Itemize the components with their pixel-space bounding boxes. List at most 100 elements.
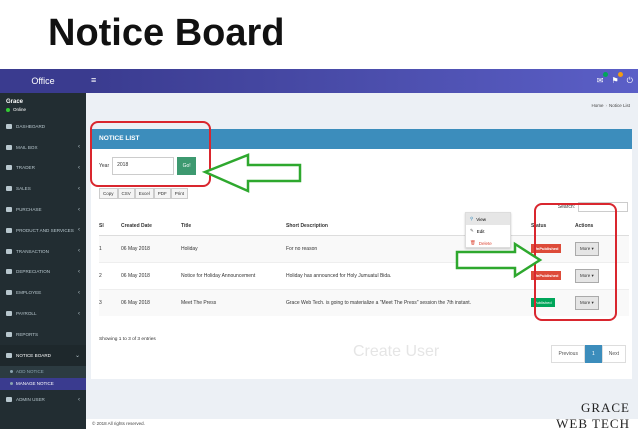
- description-cell: Grace Web Tech. is going to materialize …: [286, 288, 531, 316]
- trader-icon: [6, 165, 12, 171]
- sidebar-item-label: PURCHASE: [16, 207, 42, 213]
- chevron-icon: ‹: [78, 268, 80, 275]
- pagination: Previous 1 Next: [551, 345, 626, 363]
- employee-icon: [6, 290, 12, 296]
- sidebar-item-dashboard[interactable]: DASHBOARD: [0, 116, 86, 137]
- date-cell: 06 May 2018: [121, 288, 181, 316]
- annotation-box-panel: [90, 121, 211, 187]
- annotation-box-actions: [534, 203, 617, 321]
- sidebar-item-label: EMPLOYEE: [16, 290, 42, 296]
- sidebar-item-label: PRODUCT AND SERVICES: [16, 227, 74, 233]
- chevron-icon: ‹: [78, 248, 80, 255]
- chevron-icon: ⌄: [74, 352, 80, 359]
- export-copy-button[interactable]: Copy: [99, 188, 118, 199]
- export-csv-button[interactable]: CSV: [117, 188, 135, 199]
- title-cell: Holiday: [181, 234, 286, 262]
- sidebar-item-label: DASHBOARD: [16, 123, 46, 129]
- breadcrumb-separator: ›: [605, 103, 607, 108]
- sidebar-item-product-and-services[interactable]: PRODUCT AND SERVICES ‹: [0, 220, 86, 241]
- mail-icon: [6, 144, 12, 150]
- breadcrumb: Home › Notice List: [591, 103, 630, 108]
- topbar: ≡ ✉ ⚑ ⏻: [86, 69, 638, 93]
- power-icon[interactable]: ⏻: [627, 76, 633, 86]
- column-header[interactable]: Title: [181, 217, 286, 236]
- sidebar-item-purchase[interactable]: PURCHASE ‹: [0, 199, 86, 220]
- trash-icon: 🗑: [470, 240, 476, 245]
- sidebar-item-label: NOTICE BOARD: [16, 352, 51, 358]
- slide-title: Notice Board: [48, 12, 285, 54]
- product-icon: [6, 227, 12, 233]
- date-cell: 06 May 2018: [121, 234, 181, 262]
- chevron-icon: ‹: [78, 310, 80, 317]
- user-status: Online: [0, 107, 86, 116]
- edit-menu-item[interactable]: ✎ Edit: [466, 225, 510, 237]
- previous-page-button[interactable]: Previous: [551, 345, 585, 363]
- sl-cell: 3: [99, 288, 121, 316]
- payroll-icon: [6, 311, 12, 317]
- chevron-icon: ‹: [78, 164, 80, 171]
- sidebar-item-label: DEPRECIATION: [16, 269, 51, 275]
- watermark-text: Create User: [353, 343, 440, 360]
- sidebar: Office Grace Online DASHBOARD MAIL BOX ‹ TR…: [0, 69, 86, 429]
- sl-cell: 1: [99, 234, 121, 262]
- sidebar-item-trader[interactable]: TRADER ‹: [0, 158, 86, 179]
- export-excel-button[interactable]: Excel: [134, 188, 154, 199]
- depreciation-icon: [6, 269, 12, 275]
- next-page-button[interactable]: Next: [601, 345, 626, 363]
- delete-menu-item[interactable]: 🗑 Delete: [466, 237, 510, 249]
- chevron-icon: ‹: [78, 206, 80, 213]
- sidebar-item-label: TRANSACTION: [16, 248, 49, 254]
- column-header[interactable]: Sl: [99, 217, 121, 236]
- sidebar-item-label: MAIL BOX: [16, 144, 38, 150]
- sidebar-item-transaction[interactable]: TRANSACTION ‹: [0, 241, 86, 262]
- export-print-button[interactable]: Print: [170, 188, 189, 199]
- actions-dropdown-menu: ⚲ View ✎ Edit 🗑 Delete: [465, 212, 511, 248]
- title-cell: Notice for Holiday Announcement: [181, 261, 286, 289]
- sidebar-subitem-manage-notice[interactable]: MANAGE NOTICE: [0, 377, 86, 390]
- sidebar-item-label: TRADER: [16, 165, 35, 171]
- export-buttons: Copy CSV Excel PDF Print: [99, 188, 189, 199]
- reports-icon: [6, 331, 12, 337]
- sidebar-item-reports[interactable]: REPORTS: [0, 324, 86, 345]
- sl-cell: 2: [99, 261, 121, 289]
- sidebar-item-label: SALES: [16, 186, 31, 192]
- search-icon: ⚲: [470, 216, 474, 221]
- sidebar-subitem-add-notice[interactable]: ADD NOTICE: [0, 365, 86, 378]
- messages-icon[interactable]: ✉: [597, 72, 608, 86]
- export-pdf-button[interactable]: PDF: [153, 188, 171, 199]
- notifications-icon[interactable]: ⚑: [612, 72, 623, 86]
- chevron-icon: ‹: [78, 185, 80, 192]
- sidebar-item-mail-box[interactable]: MAIL BOX ‹: [0, 137, 86, 158]
- sidebar-item-sales[interactable]: SALES ‹: [0, 178, 86, 199]
- sidebar-item-payroll[interactable]: PAYROLL ‹: [0, 303, 86, 324]
- sidebar-item-employee[interactable]: EMPLOYEE ‹: [0, 282, 86, 303]
- description-cell: Holiday has announced for Holy Jumuatul …: [286, 261, 531, 289]
- sidebar-item-label: PAYROLL: [16, 311, 37, 317]
- breadcrumb-home[interactable]: Home: [591, 103, 603, 108]
- user-name: Grace: [6, 99, 24, 105]
- admin-icon: [6, 397, 12, 403]
- chevron-icon: ‹: [78, 144, 80, 151]
- sidebar-item-depreciation[interactable]: DEPRECIATION ‹: [0, 262, 86, 283]
- sidebar-item-label: REPORTS: [16, 331, 39, 337]
- current-page-button[interactable]: 1: [584, 345, 602, 363]
- circle-icon: [10, 382, 13, 386]
- title-cell: Meet The Press: [181, 288, 286, 316]
- transaction-icon: [6, 248, 12, 254]
- dashboard-icon: [6, 123, 12, 129]
- company-logo: GRACE WEB TECH: [556, 400, 630, 431]
- circle-icon: [10, 370, 13, 374]
- column-header[interactable]: Created Date: [121, 217, 181, 236]
- view-menu-item[interactable]: ⚲ View: [466, 213, 510, 225]
- chevron-icon: ‹: [78, 227, 80, 234]
- chevron-icon: ‹: [78, 396, 80, 403]
- online-dot-icon: [6, 107, 10, 112]
- chevron-icon: ‹: [78, 289, 80, 296]
- brand-logo[interactable]: Office: [0, 69, 86, 93]
- cart-icon: [6, 207, 12, 213]
- entries-info: Showing 1 to 3 of 3 entries: [99, 337, 156, 342]
- breadcrumb-current: Notice List: [608, 103, 630, 108]
- sidebar-item-admin-user[interactable]: ADMIN USER ‹: [0, 390, 86, 411]
- menu-toggle-icon[interactable]: ≡: [91, 75, 96, 85]
- sidebar-item-notice-board[interactable]: NOTICE BOARD ⌄: [0, 344, 86, 366]
